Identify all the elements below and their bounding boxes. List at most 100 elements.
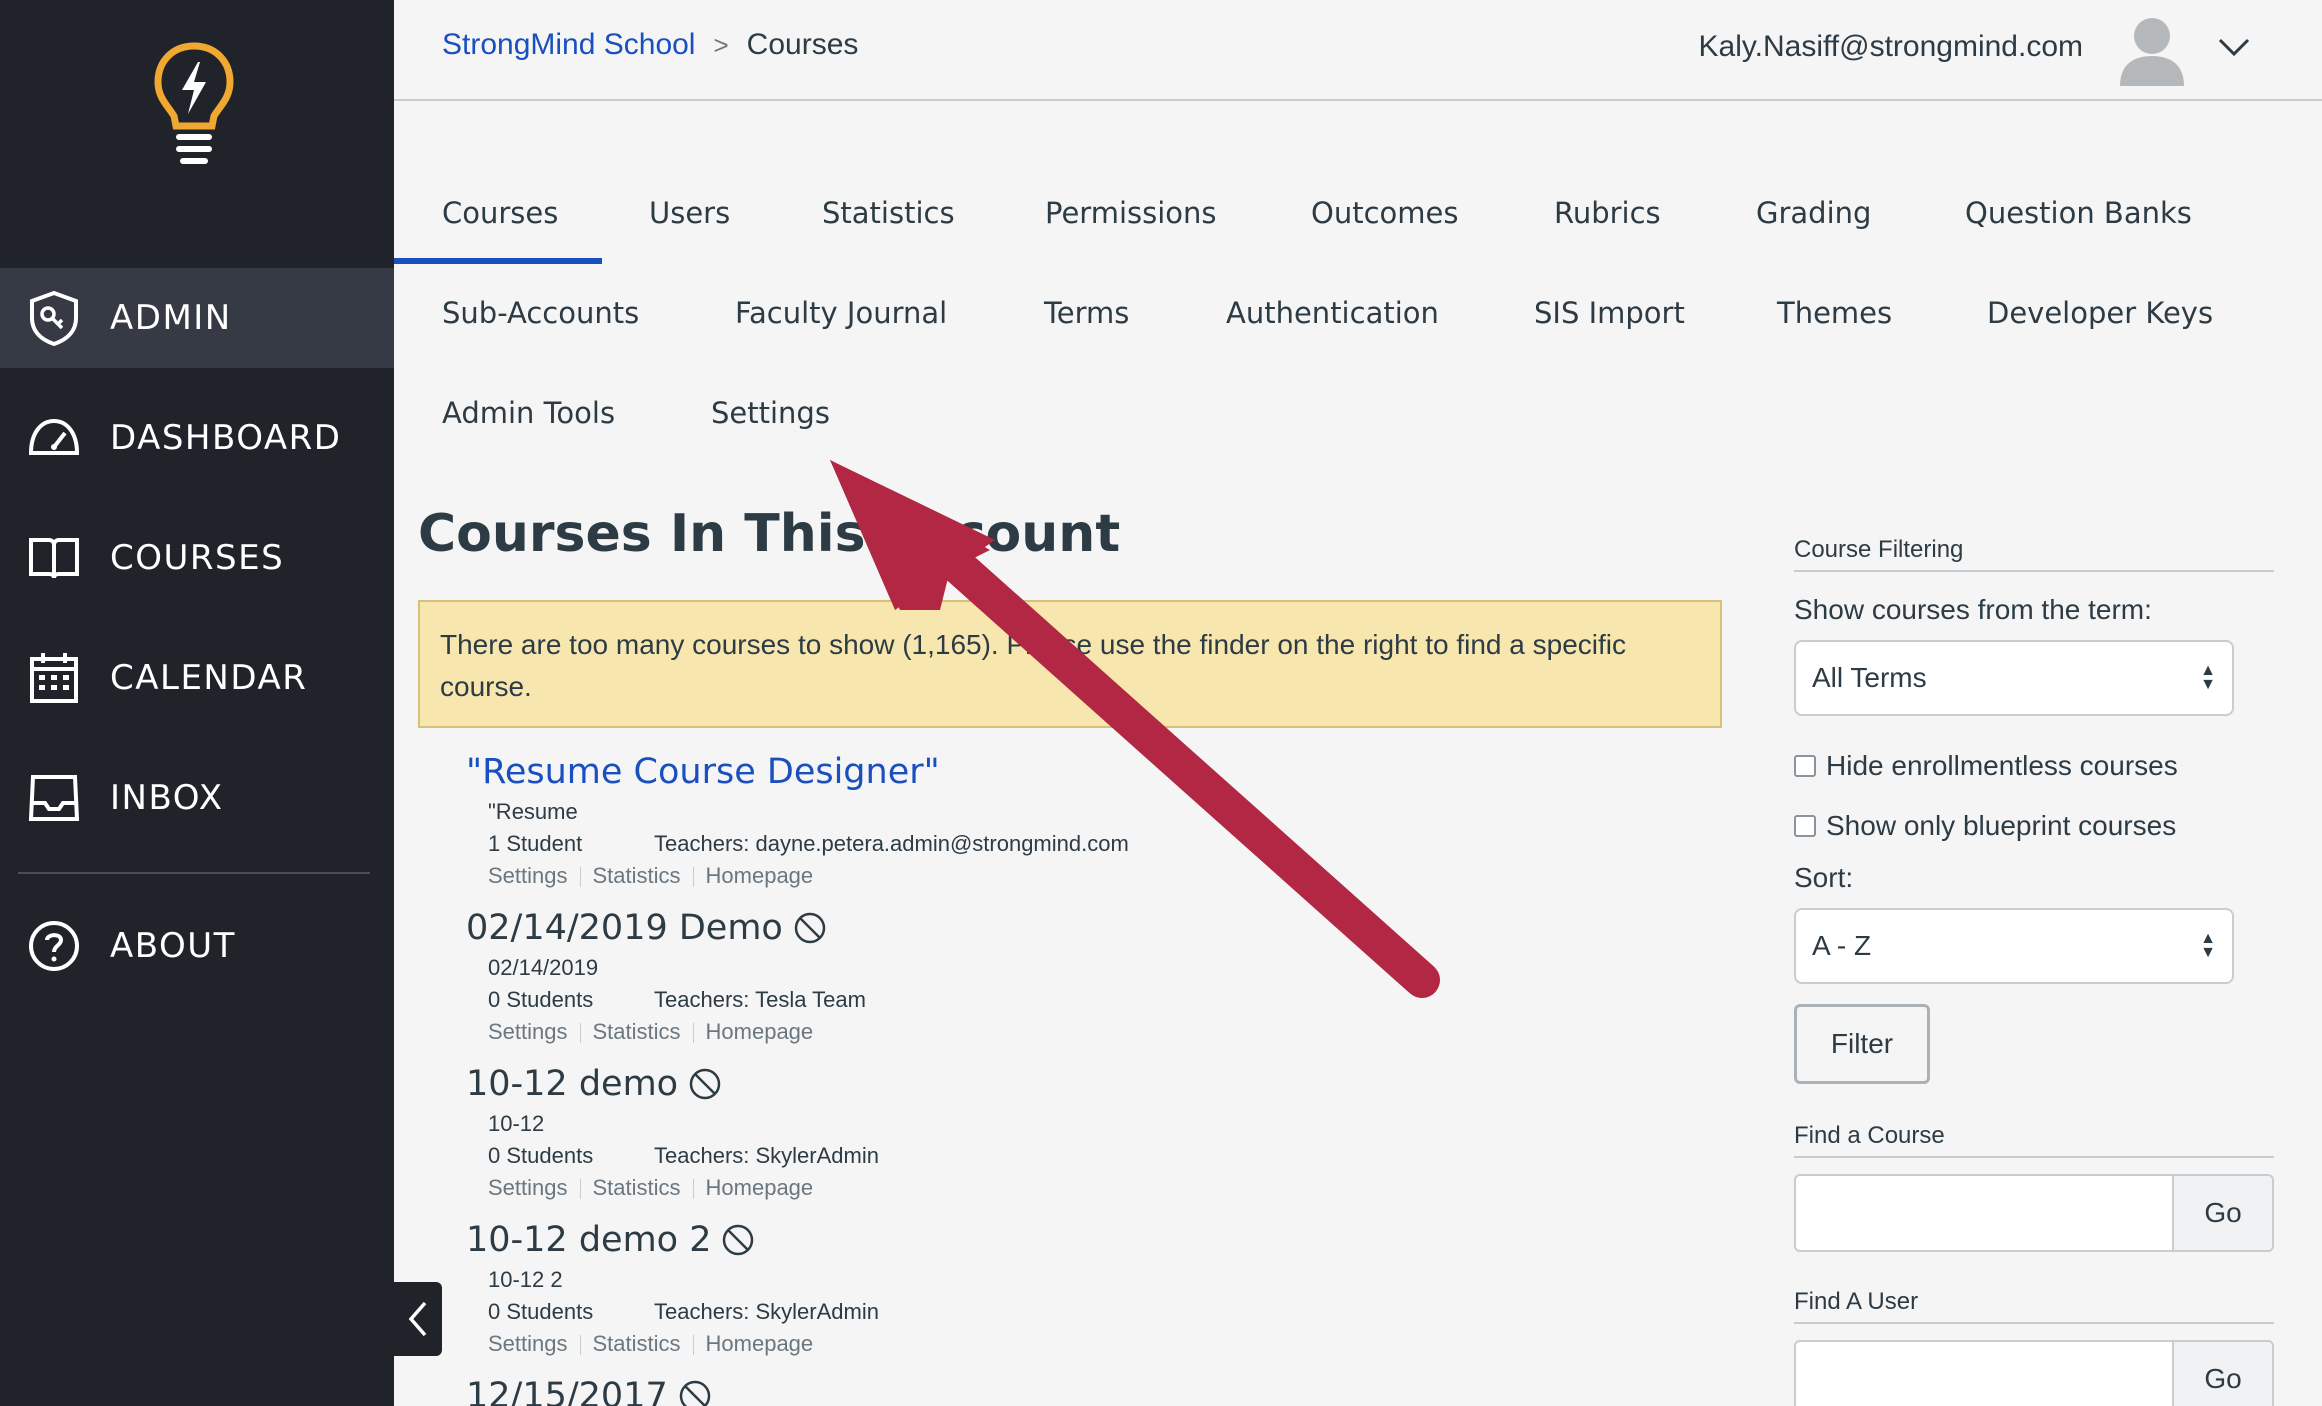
user-email: Kaly.Nasiff@strongmind.com [1698, 30, 2083, 63]
course-homepage-link[interactable]: Homepage [706, 1331, 814, 1356]
course-code: 10-12 2 [488, 1267, 563, 1292]
global-nav-sidebar: ADMIN DASHBOARD COURSES CALENDAR INBOX A… [0, 0, 394, 1406]
lightbulb-logo-icon[interactable] [152, 40, 236, 176]
unpublished-icon [689, 1068, 721, 1100]
course-meta: 0 Students Teachers: SkylerAdmin [488, 1296, 1666, 1328]
nav-item-about[interactable]: ABOUT [0, 896, 394, 996]
show-blueprint-option[interactable]: Show only blueprint courses [1794, 810, 2176, 842]
unpublished-icon [679, 1380, 710, 1406]
nav-label: INBOX [110, 778, 224, 818]
tab-users[interactable]: Users [649, 196, 730, 236]
tab-terms[interactable]: Terms [1044, 296, 1129, 336]
tab-authentication[interactable]: Authentication [1226, 296, 1439, 336]
course-settings-link[interactable]: Settings [488, 1331, 568, 1356]
course-settings-link[interactable]: Settings [488, 1019, 568, 1044]
course-item: 10-12 demo 2 10-12 2 0 Students Teachers:… [466, 1220, 1666, 1360]
filter-button[interactable]: Filter [1794, 1004, 1930, 1084]
course-item: 10-12 demo 10-12 0 Students Teachers: Sky… [466, 1064, 1666, 1204]
unpublished-icon [723, 1224, 754, 1256]
inbox-tray-icon [24, 768, 84, 828]
nav-item-admin[interactable]: ADMIN [0, 268, 394, 368]
nav-label: DASHBOARD [110, 418, 342, 458]
course-statistics-link[interactable]: Statistics [593, 863, 681, 888]
breadcrumb-root-link[interactable]: StrongMind School [442, 28, 695, 62]
course-links: Settings Statistics Homepage [488, 1016, 1666, 1048]
course-homepage-link[interactable]: Homepage [706, 1019, 814, 1044]
hide-enrollmentless-label: Hide enrollmentless courses [1826, 750, 2178, 781]
course-statistics-link[interactable]: Statistics [593, 1175, 681, 1200]
course-title-text[interactable]: 10-12 demo 2 [466, 1220, 711, 1260]
course-homepage-link[interactable]: Homepage [706, 863, 814, 888]
tab-rubrics[interactable]: Rubrics [1554, 196, 1661, 236]
find-course-go-button[interactable]: Go [2172, 1174, 2274, 1252]
find-course-input[interactable] [1794, 1174, 2174, 1252]
tab-courses[interactable]: Courses [442, 196, 558, 236]
course-links: Settings Statistics Homepage [488, 1328, 1666, 1360]
tab-sub-accounts[interactable]: Sub-Accounts [442, 296, 639, 336]
tab-question-banks[interactable]: Question Banks [1965, 196, 2192, 236]
annotation-arrow [830, 460, 1440, 998]
course-statistics-link[interactable]: Statistics [593, 1019, 681, 1044]
term-select[interactable]: All Terms ▲ ▼ [1794, 640, 2234, 716]
hide-enrollmentless-checkbox[interactable] [1794, 755, 1816, 777]
breadcrumb: StrongMind School > Courses [442, 28, 858, 62]
chevron-down-icon[interactable] [2216, 30, 2252, 66]
course-title[interactable]: 10-12 demo [466, 1064, 1666, 1104]
find-user-heading: Find A User [1794, 1288, 2274, 1324]
term-label: Show courses from the term: [1794, 594, 2152, 625]
course-meta: 0 Students Teachers: SkylerAdmin [488, 1140, 1666, 1172]
admin-shield-icon [24, 288, 84, 348]
nav-label: COURSES [110, 538, 285, 578]
course-title-text[interactable]: 10-12 demo [466, 1064, 678, 1104]
tab-developer-keys[interactable]: Developer Keys [1987, 296, 2213, 336]
question-circle-icon [24, 916, 84, 976]
tab-sis-import[interactable]: SIS Import [1534, 296, 1685, 336]
student-count: 0 Students [488, 1299, 594, 1324]
course-title[interactable]: 10-12 demo 2 [466, 1220, 1666, 1260]
calendar-icon [24, 648, 84, 708]
tab-admin-tools[interactable]: Admin Tools [442, 396, 615, 436]
hide-enrollmentless-option[interactable]: Hide enrollmentless courses [1794, 750, 2178, 782]
nav-item-courses[interactable]: COURSES [0, 508, 394, 608]
course-statistics-link[interactable]: Statistics [593, 1331, 681, 1356]
tab-statistics[interactable]: Statistics [822, 196, 955, 236]
avatar[interactable] [2118, 14, 2186, 86]
chevron-left-icon [408, 1301, 427, 1337]
tab-faculty-journal[interactable]: Faculty Journal [735, 296, 947, 336]
student-count: 1 Student [488, 831, 583, 856]
page-header: StrongMind School > Courses Kaly.Nasiff@… [394, 0, 2322, 101]
tab-outcomes[interactable]: Outcomes [1311, 196, 1458, 236]
tab-grading[interactable]: Grading [1756, 196, 1871, 236]
nav-item-inbox[interactable]: INBOX [0, 748, 394, 848]
active-tab-indicator [394, 258, 602, 264]
select-arrows-icon: ▲ ▼ [2200, 930, 2216, 961]
course-filtering-heading: Course Filtering [1794, 536, 2274, 572]
nav-label: CALENDAR [110, 658, 308, 698]
teachers: Teachers: SkylerAdmin [654, 1143, 879, 1168]
nav-divider [18, 872, 370, 874]
course-links: Settings Statistics Homepage [488, 1172, 1666, 1204]
nav-item-dashboard[interactable]: DASHBOARD [0, 388, 394, 488]
sort-select[interactable]: A - Z ▲ ▼ [1794, 908, 2234, 984]
course-item: 12/15/2017 [466, 1376, 1666, 1406]
course-title-text[interactable]: 02/14/2019 Demo [466, 908, 783, 948]
tab-permissions[interactable]: Permissions [1045, 196, 1217, 236]
breadcrumb-current: Courses [746, 28, 859, 61]
tab-settings[interactable]: Settings [711, 396, 830, 436]
find-user-go-button[interactable]: Go [2172, 1340, 2274, 1406]
tab-themes[interactable]: Themes [1777, 296, 1892, 336]
collapse-sidebar-button[interactable] [394, 1282, 442, 1356]
show-blueprint-checkbox[interactable] [1794, 815, 1816, 837]
course-settings-link[interactable]: Settings [488, 1175, 568, 1200]
nav-item-calendar[interactable]: CALENDAR [0, 628, 394, 728]
select-arrows-icon: ▲ ▼ [2200, 662, 2216, 693]
course-homepage-link[interactable]: Homepage [706, 1175, 814, 1200]
find-user-input[interactable] [1794, 1340, 2174, 1406]
sort-label: Sort: [1794, 862, 1854, 893]
course-title[interactable]: 12/15/2017 [466, 1376, 1666, 1406]
student-count: 0 Students [488, 1143, 594, 1168]
teachers: Teachers: SkylerAdmin [654, 1299, 879, 1324]
course-title-text[interactable]: 12/15/2017 [466, 1376, 668, 1406]
nav-label: ADMIN [110, 298, 232, 338]
course-settings-link[interactable]: Settings [488, 863, 568, 888]
